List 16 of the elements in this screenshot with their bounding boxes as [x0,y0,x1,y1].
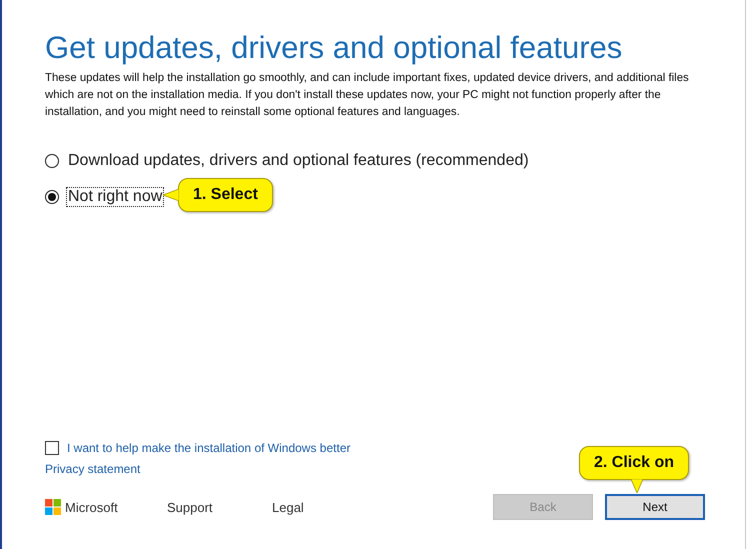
brand-name: Microsoft [65,500,118,514]
wizard-button[interactable]: Next [605,494,705,520]
callout-pointer [163,188,179,202]
option-label[interactable]: Not right now [66,187,164,207]
callout-pointer [630,479,644,493]
privacy-link[interactable]: Privacy statement [45,462,140,476]
radio-button[interactable] [45,154,59,168]
checkbox[interactable] [45,441,59,455]
option-label[interactable]: Download updates, drivers and optional features (recommended) [66,151,531,171]
page-title: Get updates, drivers and optional features [45,30,622,66]
help-checkbox-label[interactable]: I want to help make the installation of Windows better [67,441,350,455]
footer-link[interactable]: Legal [272,500,377,514]
radio-button[interactable] [45,190,59,204]
description-text: These updates will help the installation go smoothly, and can include important fixes, updated device drivers, and additional files which are not on the installation media. If you don't install these updates now, your PC might not function properly after the installation, and you might need to reinstall some optional features and languages. [45,71,690,120]
logo-icon [45,499,61,515]
footer-link[interactable]: Support [167,500,272,514]
